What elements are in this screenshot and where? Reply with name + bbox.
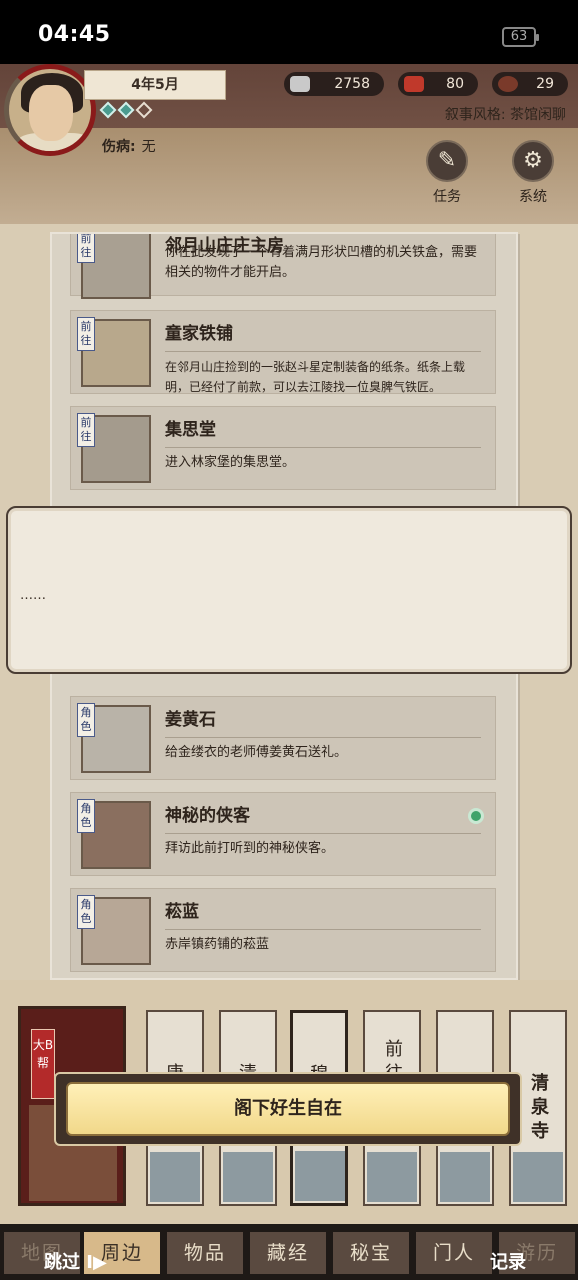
new-indicator-icon (471, 811, 481, 821)
status-bar: 04:45 63 (0, 0, 578, 64)
location-image (223, 1152, 273, 1202)
quest-card[interactable]: 角色 菘蓝 赤岸镇药铺的菘蓝 (70, 888, 496, 972)
player-avatar[interactable] (4, 64, 96, 156)
reply-panel: 阁下好生自在 (54, 1072, 522, 1146)
quest-desc: 给金缕衣的老师傅姜黄石送礼。 (165, 745, 348, 760)
reputation-counter: 80 (398, 72, 478, 96)
token-value: 29 (536, 76, 554, 92)
location-image (367, 1152, 417, 1202)
location-image (513, 1152, 563, 1202)
location-image (440, 1152, 490, 1202)
quest-title: 神秘的侠客 (165, 806, 250, 826)
record-button[interactable]: 记录 (490, 1248, 526, 1274)
diamond-empty-icon (135, 101, 153, 119)
quest-desc: 在邻月山庄捡到的一张赵斗星定制装备的纸条。纸条上载明，已经付了前款，可以去江陵找… (165, 360, 466, 394)
status-time: 04:45 (38, 22, 111, 47)
system-label: 系统 (519, 189, 547, 205)
quest-title: 集思堂 (165, 420, 216, 440)
injury-status: 伤病: 无 (102, 136, 156, 156)
quest-desc: 你在此发现了一个有着满月形状凹槽的机关铁盒，需要相关的物件才能开启。 (165, 245, 478, 280)
quest-card[interactable]: 角色 神秘的侠客 拜访此前打听到的神秘侠客。 (70, 792, 496, 876)
token-icon (498, 76, 518, 92)
tasks-button[interactable]: ✎ 任务 (422, 140, 472, 206)
injury-label: 伤病: (102, 139, 136, 155)
token-counter: 29 (492, 72, 568, 96)
quest-tag: 前往 (77, 413, 95, 447)
stamina-diamonds (99, 101, 153, 119)
reply-option-button[interactable]: 阁下好生自在 (66, 1082, 510, 1136)
quest-title: 菘蓝 (165, 902, 199, 922)
quest-card[interactable]: 前往 集思堂 进入林家堡的集思堂。 (70, 406, 496, 490)
quest-tag: 角色 (77, 703, 95, 737)
quest-desc: 拜访此前打听到的神秘侠客。 (165, 841, 335, 856)
flag-icon (404, 76, 424, 92)
quest-tag: 前往 (77, 234, 95, 263)
game-header: 4年5月 伤病: 无 2758 80 29 叙事风格: 茶馆闲聊 ✎ 任务 ⚙ 系… (0, 64, 578, 224)
reputation-value: 80 (446, 76, 464, 92)
tab-disciples[interactable]: 门人 (416, 1232, 492, 1274)
skip-button[interactable]: 跳过 I▶ (44, 1248, 107, 1274)
quest-card[interactable]: 角色 姜黄石 给金缕衣的老师傅姜黄石送礼。 (70, 696, 496, 780)
tab-scriptures[interactable]: 藏经 (250, 1232, 326, 1274)
diamond-icon (99, 101, 117, 119)
dialog-box[interactable]: …… (6, 506, 572, 674)
tab-treasures[interactable]: 秘宝 (333, 1232, 409, 1274)
quest-desc: 进入林家堡的集思堂。 (165, 455, 296, 470)
quest-tag: 角色 (77, 799, 95, 833)
injury-value: 无 (141, 139, 156, 155)
quest-card[interactable]: 前往 童家铁铺 在邻月山庄捡到的一张赵斗星定制装备的纸条。纸条上载明，已经付了前… (70, 310, 496, 394)
quest-title: 童家铁铺 (165, 324, 233, 344)
divider (165, 447, 481, 448)
quest-desc: 赤岸镇药铺的菘蓝 (165, 937, 270, 952)
quest-tag: 前往 (77, 317, 95, 351)
silver-ingot-icon (290, 76, 310, 92)
narrative-style[interactable]: 叙事风格: 茶馆闲聊 (445, 104, 566, 124)
gear-icon: ⚙ (512, 140, 554, 182)
diamond-icon (117, 101, 135, 119)
location-image (295, 1151, 345, 1201)
divider (165, 737, 481, 738)
tasks-label: 任务 (433, 189, 461, 205)
dialog-text: …… (20, 588, 46, 603)
location-image (150, 1152, 200, 1202)
scroll-icon: ✎ (426, 140, 468, 182)
divider (165, 833, 481, 834)
game-date: 4年5月 (84, 70, 226, 100)
battery-icon: 63 (502, 27, 539, 47)
divider (165, 351, 481, 352)
tab-items[interactable]: 物品 (167, 1232, 243, 1274)
system-button[interactable]: ⚙ 系统 (508, 140, 558, 206)
location-name: 清泉寺 (531, 1073, 549, 1142)
quest-card[interactable]: 前往 邻月山庄庄主房 你在此发现了一个有着满月形状凹槽的机关铁盒，需要相关的物件… (70, 234, 496, 299)
silver-counter: 2758 (284, 72, 384, 96)
quest-tag: 角色 (77, 895, 95, 929)
quest-title: 姜黄石 (165, 710, 216, 730)
divider (165, 929, 481, 930)
avatar-face (29, 85, 73, 141)
faction-badge: 大B帮 (31, 1029, 55, 1099)
silver-value: 2758 (334, 76, 370, 92)
